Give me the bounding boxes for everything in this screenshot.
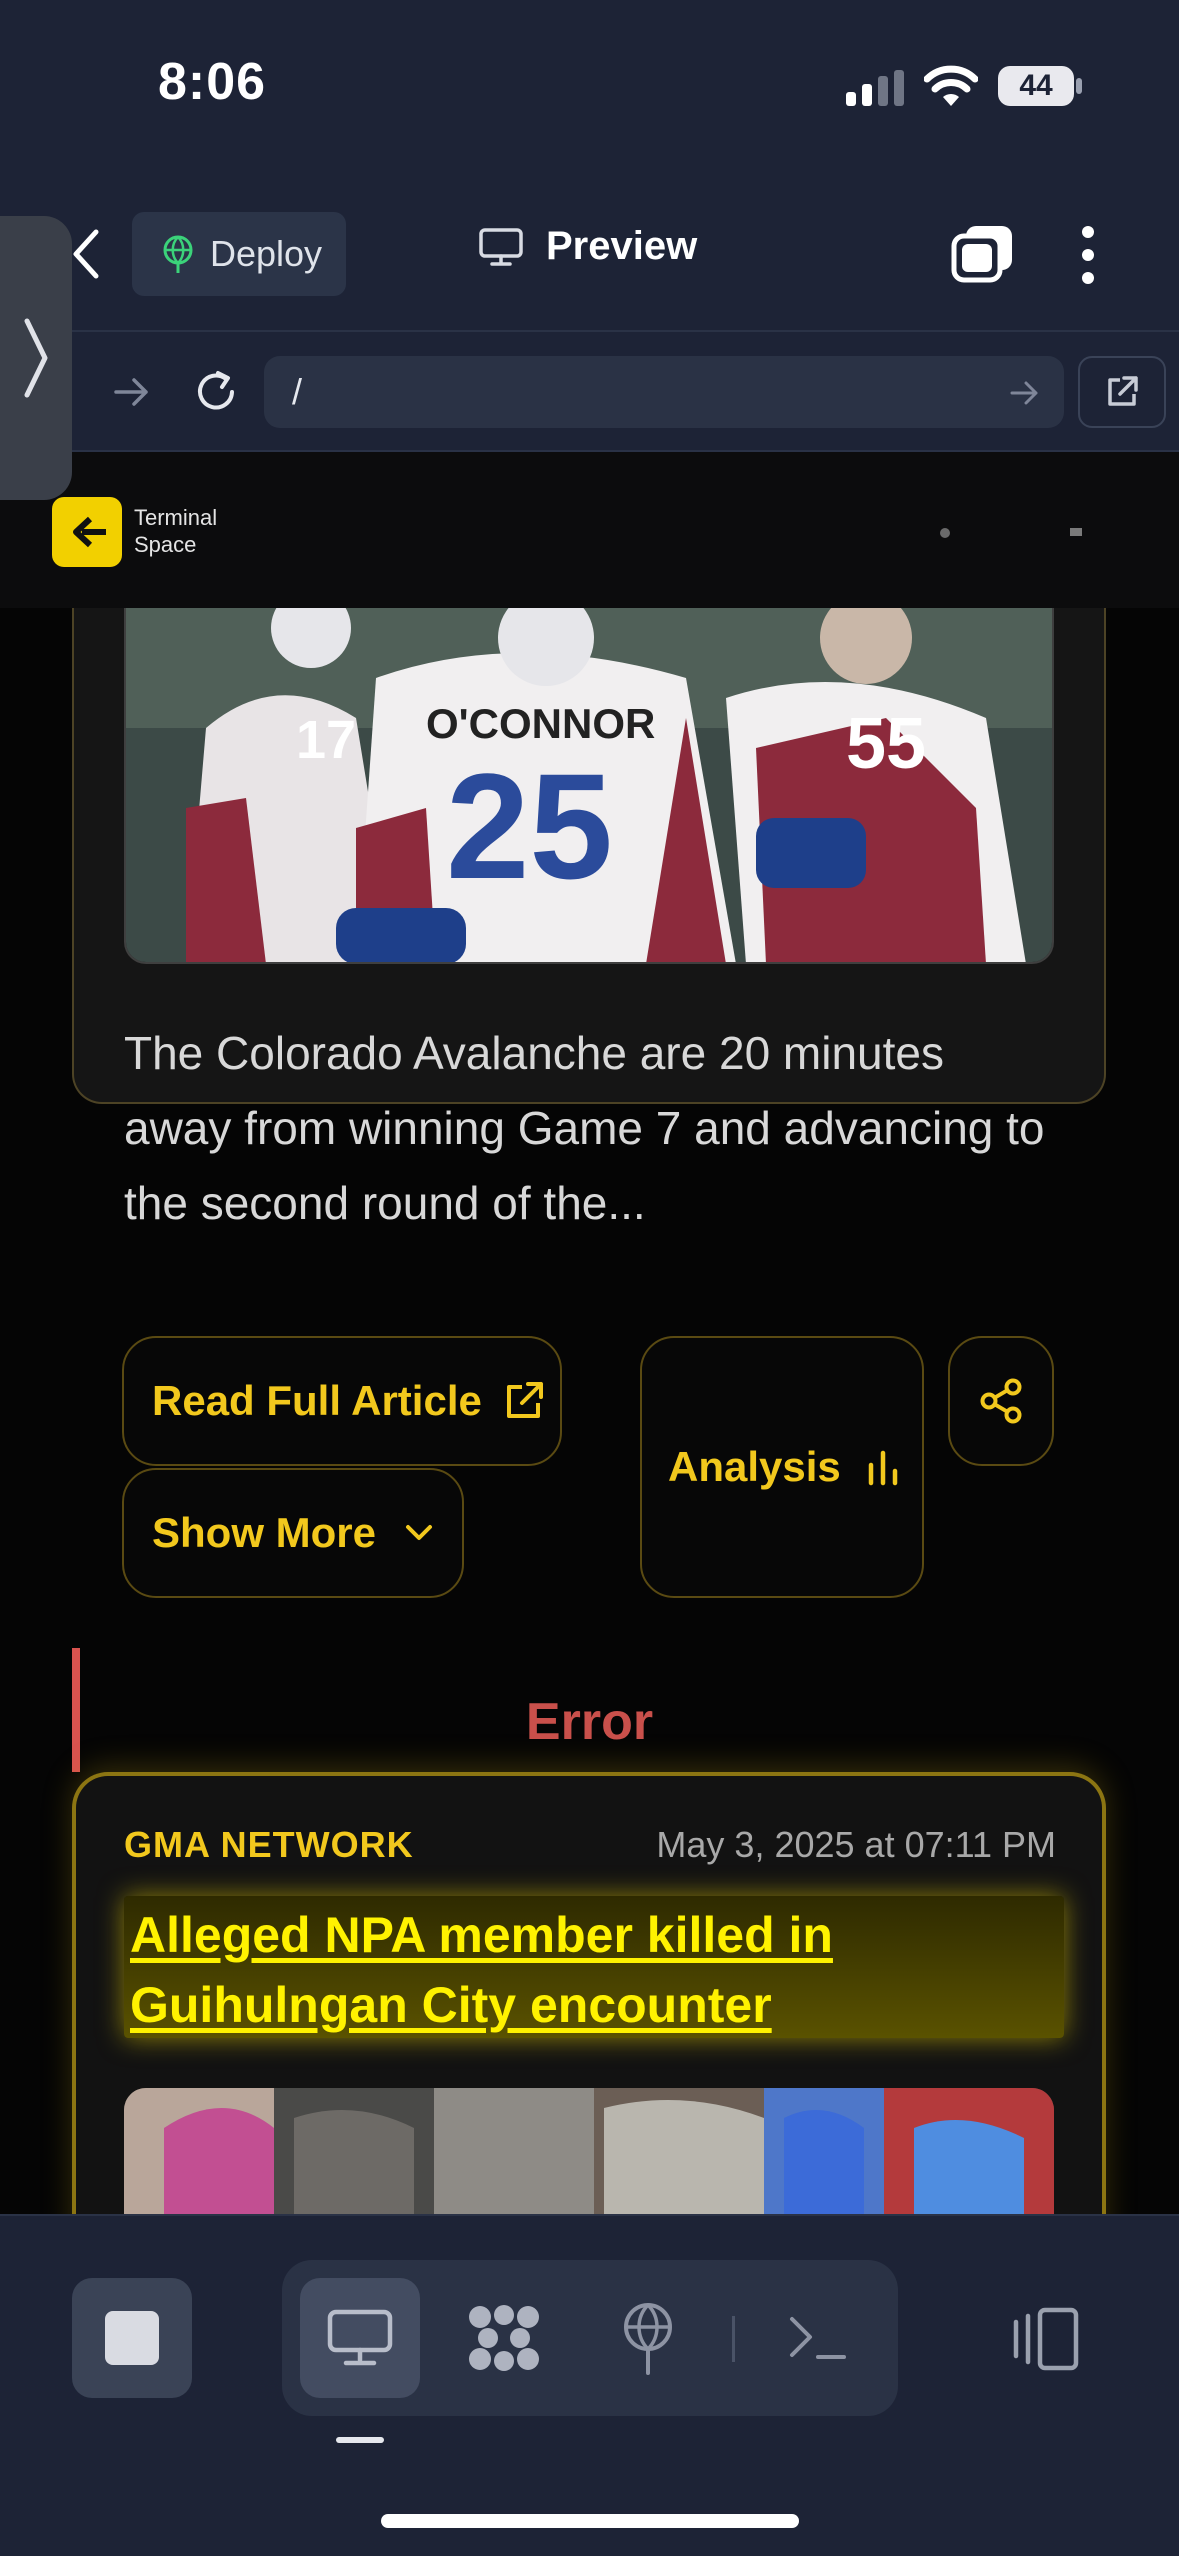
- external-link-icon: [506, 1382, 543, 1418]
- tabs-icon[interactable]: [950, 222, 1016, 284]
- theme-toggle-icon[interactable]: [940, 528, 950, 538]
- more-options-icon[interactable]: [1076, 224, 1100, 286]
- footwear-image: [124, 2088, 1054, 2214]
- brand-line-1: Terminal: [134, 505, 218, 530]
- show-more-button[interactable]: Show More: [122, 1468, 464, 1598]
- hockey-players-image: 17 O'CONNOR 25 55: [126, 608, 1052, 962]
- device-layout-icon[interactable]: [1010, 2306, 1082, 2372]
- read-full-article-button[interactable]: Read Full Article: [122, 1336, 562, 1466]
- terminal-tab-button[interactable]: [758, 2278, 878, 2398]
- open-external-button[interactable]: [1078, 356, 1166, 428]
- menu-icon[interactable]: [1070, 528, 1082, 536]
- stop-button[interactable]: [72, 2278, 192, 2398]
- external-link-icon: [1108, 376, 1138, 406]
- chevron-right-icon: [24, 318, 48, 398]
- article-image[interactable]: 17 O'CONNOR 25 55: [124, 608, 1054, 964]
- site-logo[interactable]: [52, 497, 122, 567]
- article-date: May 3, 2025 at 07:11 PM: [656, 1824, 1056, 1865]
- article-headline-link[interactable]: Alleged NPA member killed in Guihulngan …: [130, 1900, 1050, 2040]
- jersey-number-55: 55: [846, 704, 926, 784]
- terminal-prompt-icon: [790, 2317, 846, 2359]
- site-header: Terminal Space: [0, 452, 1179, 608]
- toolbar-divider: [0, 330, 1179, 332]
- article-image-2[interactable]: [124, 2088, 1054, 2214]
- home-indicator[interactable]: [381, 2514, 799, 2528]
- battery-tip: [1076, 78, 1082, 94]
- integrations-tab-button[interactable]: [444, 2278, 564, 2398]
- show-more-label: Show More: [152, 1509, 377, 1556]
- article-source: GMA NETWORK: [124, 1824, 414, 1865]
- battery-indicator: 44: [998, 66, 1074, 106]
- read-full-article-label: Read Full Article: [152, 1377, 482, 1424]
- preview-title[interactable]: Preview: [478, 224, 697, 269]
- monitor-icon: [479, 227, 523, 266]
- share-button[interactable]: [948, 1336, 1054, 1466]
- jersey-number-17: 17: [296, 710, 356, 770]
- stop-icon: [105, 2311, 159, 2365]
- status-time: 8:06: [158, 53, 267, 111]
- chevron-down-icon: [406, 1525, 433, 1540]
- preview-label: Preview: [546, 224, 698, 268]
- bar-chart-icon: [868, 1450, 898, 1486]
- wifi-icon: [924, 65, 978, 106]
- brand-line-2: Space: [134, 532, 197, 557]
- deploy-label: Deploy: [210, 233, 323, 274]
- web-preview: Terminal Space 17 O'CONNOR 25 55 The Col…: [0, 452, 1179, 2214]
- share-icon: [980, 1378, 1022, 1424]
- jersey-name: O'CONNOR: [426, 700, 655, 747]
- site-brand-name: Terminal Space: [134, 504, 217, 558]
- deploy-globe-icon: [624, 2303, 672, 2375]
- deploy-button[interactable]: Deploy: [132, 212, 346, 296]
- reload-icon[interactable]: [192, 368, 240, 416]
- deploy-tab-button[interactable]: [588, 2278, 708, 2398]
- side-drawer-handle[interactable]: [0, 216, 72, 500]
- error-label: Error: [525, 1693, 654, 1751]
- analysis-button[interactable]: Analysis: [640, 1336, 924, 1598]
- logo-arrow-icon: [73, 516, 106, 548]
- analysis-label: Analysis: [668, 1443, 841, 1490]
- switcher-divider: [732, 2316, 735, 2362]
- back-chevron-icon[interactable]: [68, 226, 102, 282]
- deploy-globe-icon: [163, 235, 193, 273]
- monitor-icon: [327, 2309, 393, 2366]
- cellular-signal-icon: [846, 70, 904, 106]
- preview-tab-button[interactable]: [300, 2278, 420, 2398]
- nodes-grid-icon: [469, 2305, 539, 2371]
- jersey-number-25: 25: [446, 742, 613, 910]
- article-summary: The Colorado Avalanche are 20 minutes aw…: [124, 1027, 1045, 1229]
- forward-arrow-icon[interactable]: [112, 374, 152, 410]
- go-arrow-icon[interactable]: [1010, 380, 1040, 406]
- active-tab-underline: [336, 2437, 384, 2443]
- url-input[interactable]: /: [264, 356, 1064, 428]
